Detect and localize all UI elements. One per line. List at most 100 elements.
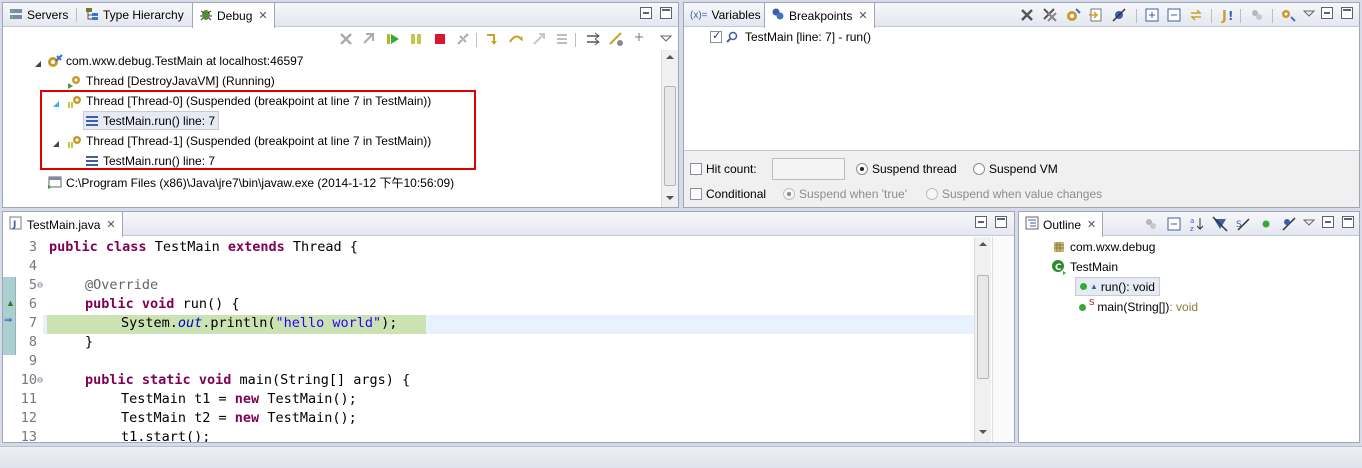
scroll-down-arrow[interactable] <box>666 196 674 200</box>
view-menu-chevron-down-icon[interactable] <box>1301 6 1317 22</box>
class-icon: C <box>1051 259 1067 275</box>
tab-outline[interactable]: Outline ✕ <box>1019 212 1104 237</box>
view-menu-chevron-down-icon[interactable] <box>1301 215 1317 231</box>
drop-to-frame-icon[interactable] <box>554 31 570 47</box>
breakpoint-enabled-checkbox[interactable] <box>710 29 722 43</box>
hide-non-public-icon[interactable] <box>1258 216 1274 232</box>
outline-package-item[interactable]: com.wxw.debug <box>1051 237 1155 257</box>
vertical-scrollbar[interactable] <box>661 50 678 207</box>
thread-options-icon[interactable] <box>608 31 624 47</box>
line-number: 12 <box>20 410 37 426</box>
connect-icon[interactable] <box>361 31 377 47</box>
thread-item-destroyjavavm[interactable]: Thread [DestroyJavaVM] (Running) <box>67 71 275 91</box>
close-icon[interactable]: ✕ <box>258 9 267 22</box>
disconnect-icon[interactable] <box>455 31 471 47</box>
sort-icon[interactable]: az <box>1189 216 1205 232</box>
conditional-option[interactable]: Conditional <box>690 184 766 204</box>
java-file-icon: J <box>9 216 23 233</box>
maximize-button[interactable] <box>660 7 672 19</box>
expand-twisty-icon[interactable] <box>34 57 42 67</box>
close-icon[interactable]: ✕ <box>106 218 115 231</box>
skip-all-breakpoints-icon[interactable] <box>1111 7 1127 23</box>
go-to-file-icon[interactable] <box>1088 7 1104 23</box>
tab-debug[interactable]: Debug ✕ <box>192 3 275 28</box>
breakpoint-item[interactable]: TestMain [line: 7] - run() <box>710 27 871 47</box>
step-return-icon[interactable] <box>531 31 547 47</box>
expand-all-icon[interactable] <box>1144 7 1160 23</box>
breakpoint-group-icon[interactable] <box>1249 7 1265 23</box>
maximize-button[interactable] <box>1342 216 1354 228</box>
exception-breakpoint-icon[interactable]: J! <box>1218 7 1234 23</box>
minimize-button[interactable] <box>640 7 652 19</box>
suspend-when-true-option[interactable]: Suspend when 'true' <box>783 184 907 204</box>
close-icon[interactable]: ✕ <box>1087 218 1096 231</box>
outline-class-item[interactable]: C TestMain <box>1051 257 1118 277</box>
conditional-checkbox[interactable] <box>690 188 702 200</box>
maximize-button[interactable] <box>995 216 1007 228</box>
fold-toggle-icon[interactable]: ⊖ <box>37 276 43 295</box>
suspend-when-true-radio[interactable] <box>783 188 795 200</box>
collapse-all-icon[interactable] <box>1166 7 1182 23</box>
suspend-thread-option[interactable]: Suspend thread <box>856 159 957 179</box>
step-into-icon[interactable] <box>485 31 501 47</box>
hit-count-option[interactable]: Hit count: <box>690 159 757 179</box>
toolbar-separator <box>1136 9 1137 23</box>
hide-local-types-icon[interactable] <box>1281 216 1297 232</box>
remove-all-breakpoints-icon[interactable] <box>1042 7 1058 23</box>
keyword: void <box>198 372 232 388</box>
hide-static-members-icon[interactable]: S <box>1235 216 1251 232</box>
editor-tabbar: J TestMain.java ✕ <box>3 212 1014 237</box>
outline-method-item[interactable]: S main(String[]) : void <box>1079 297 1198 317</box>
process-item[interactable]: C:\Program Files (x86)\Java\jre7\bin\jav… <box>47 172 454 192</box>
hit-count-checkbox[interactable] <box>690 163 702 175</box>
scroll-thumb[interactable] <box>977 275 989 379</box>
close-icon[interactable]: ✕ <box>858 9 867 22</box>
minimize-button[interactable] <box>1322 216 1334 228</box>
link-with-debug-view-icon[interactable] <box>1188 7 1204 23</box>
tab-type-hierarchy[interactable]: Type Hierarchy <box>79 3 190 27</box>
step-over-icon[interactable] <box>508 31 524 47</box>
line-number: 5 <box>28 277 37 293</box>
collapse-all-icon[interactable] <box>1166 216 1182 232</box>
suspend-thread-radio[interactable] <box>856 163 868 175</box>
fold-toggle-icon[interactable]: ⊖ <box>37 371 43 390</box>
launch-item[interactable]: com.wxw.debug.TestMain at localhost:4659… <box>47 51 303 71</box>
hide-fields-icon[interactable] <box>1212 216 1228 232</box>
keyword: new <box>234 410 260 426</box>
suspend-vm-option[interactable]: Suspend VM <box>973 159 1058 179</box>
remove-breakpoint-icon[interactable] <box>1019 7 1035 23</box>
tab-testmain-java[interactable]: J TestMain.java ✕ <box>3 212 123 237</box>
suspend-vm-radio[interactable] <box>973 163 985 175</box>
suspend-icon[interactable] <box>408 31 424 47</box>
add-condition-icon[interactable] <box>1280 7 1296 23</box>
resume-icon[interactable] <box>385 31 401 47</box>
keyword: public <box>49 239 98 255</box>
scroll-down-arrow[interactable] <box>979 430 987 434</box>
suspend-when-changes-option[interactable]: Suspend when value changes <box>926 184 1102 204</box>
tab-variables[interactable]: (x)= Variables <box>684 3 767 27</box>
use-step-filters-icon[interactable] <box>585 31 601 47</box>
hit-count-input[interactable] <box>772 158 845 180</box>
show-breakpoints-icon[interactable] <box>1065 7 1081 23</box>
tab-breakpoints[interactable]: Breakpoints ✕ <box>764 3 875 28</box>
outline-method-label: main(String[]) <box>1097 300 1170 314</box>
focus-active-task-icon[interactable] <box>1143 216 1159 232</box>
collapse-all-icon[interactable] <box>631 31 647 47</box>
breakpoint-detail-pane: Hit count: Suspend thread Suspend VM Con… <box>684 150 1359 207</box>
minimize-button[interactable] <box>1321 7 1333 19</box>
highlight-box <box>40 90 476 170</box>
maximize-button[interactable] <box>1341 7 1353 19</box>
suspend-when-changes-radio[interactable] <box>926 188 938 200</box>
scroll-up-arrow[interactable] <box>666 55 674 59</box>
outline-method-item[interactable]: ▲ run() : void <box>1075 277 1160 296</box>
scroll-up-arrow[interactable] <box>979 242 987 246</box>
tab-servers[interactable]: Servers <box>3 3 74 27</box>
view-menu-chevron-down-icon[interactable] <box>658 31 674 47</box>
minimize-button[interactable] <box>975 216 987 228</box>
scroll-thumb[interactable] <box>664 86 676 186</box>
editor-vertical-scrollbar[interactable] <box>974 237 991 442</box>
line-number: 4 <box>28 258 37 274</box>
code-area[interactable]: 3 public class TestMain extends Thread {… <box>3 238 974 442</box>
remove-terminated-icon[interactable] <box>338 31 354 47</box>
terminate-icon[interactable] <box>432 31 448 47</box>
